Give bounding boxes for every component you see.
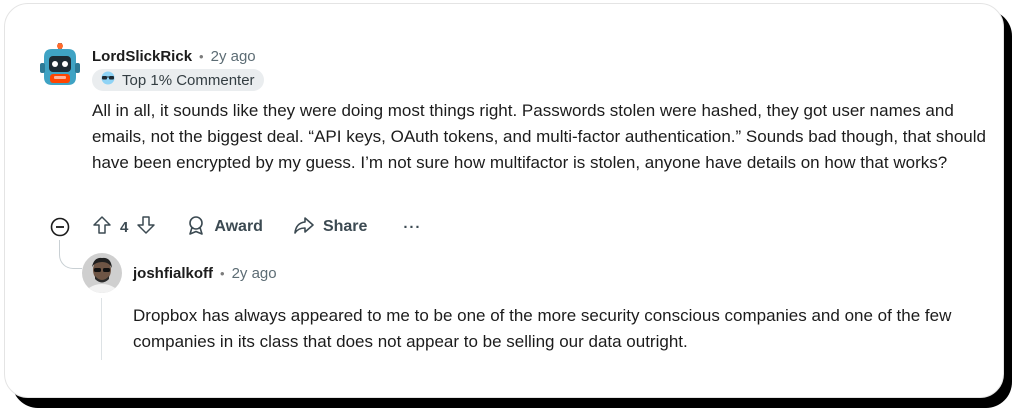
- reply-header: joshfialkoff • 2y ago: [133, 262, 277, 284]
- glasses-icon: [100, 71, 116, 89]
- separator-dot: •: [220, 265, 225, 281]
- reply-thread-line[interactable]: [101, 298, 102, 360]
- vote-group: 4: [92, 215, 156, 240]
- comment-actions: 4 Award Share ···: [50, 214, 421, 240]
- robot-avatar-icon[interactable]: [40, 43, 80, 89]
- reply-time[interactable]: 2y ago: [232, 265, 277, 282]
- share-label: Share: [322, 218, 368, 235]
- upvote-arrow-icon[interactable]: [92, 215, 112, 240]
- award-icon: [186, 215, 206, 240]
- thread-connector: [59, 240, 82, 269]
- collapse-minus-icon[interactable]: [50, 217, 70, 237]
- share-icon: [293, 215, 315, 240]
- comment-header: LordSlickRick • 2y ago: [92, 45, 256, 67]
- award-label: Award: [214, 218, 263, 235]
- downvote-arrow-icon[interactable]: [136, 215, 156, 240]
- share-button[interactable]: Share: [293, 215, 367, 240]
- separator-dot: •: [199, 48, 204, 64]
- reply-author[interactable]: joshfialkoff: [133, 265, 213, 282]
- more-options-button[interactable]: ···: [403, 219, 421, 236]
- comment-body: All in all, it sounds like they were doi…: [92, 101, 986, 172]
- comment-author[interactable]: LordSlickRick: [92, 48, 192, 65]
- vote-score: 4: [120, 218, 129, 236]
- comment-time[interactable]: 2y ago: [211, 48, 256, 65]
- badge-label: Top 1% Commenter: [122, 71, 255, 89]
- award-button[interactable]: Award: [186, 215, 263, 240]
- user-avatar[interactable]: [82, 253, 122, 293]
- reply-body: Dropbox has always appeared to me to be …: [133, 306, 952, 351]
- commenter-badge[interactable]: Top 1% Commenter: [92, 69, 264, 91]
